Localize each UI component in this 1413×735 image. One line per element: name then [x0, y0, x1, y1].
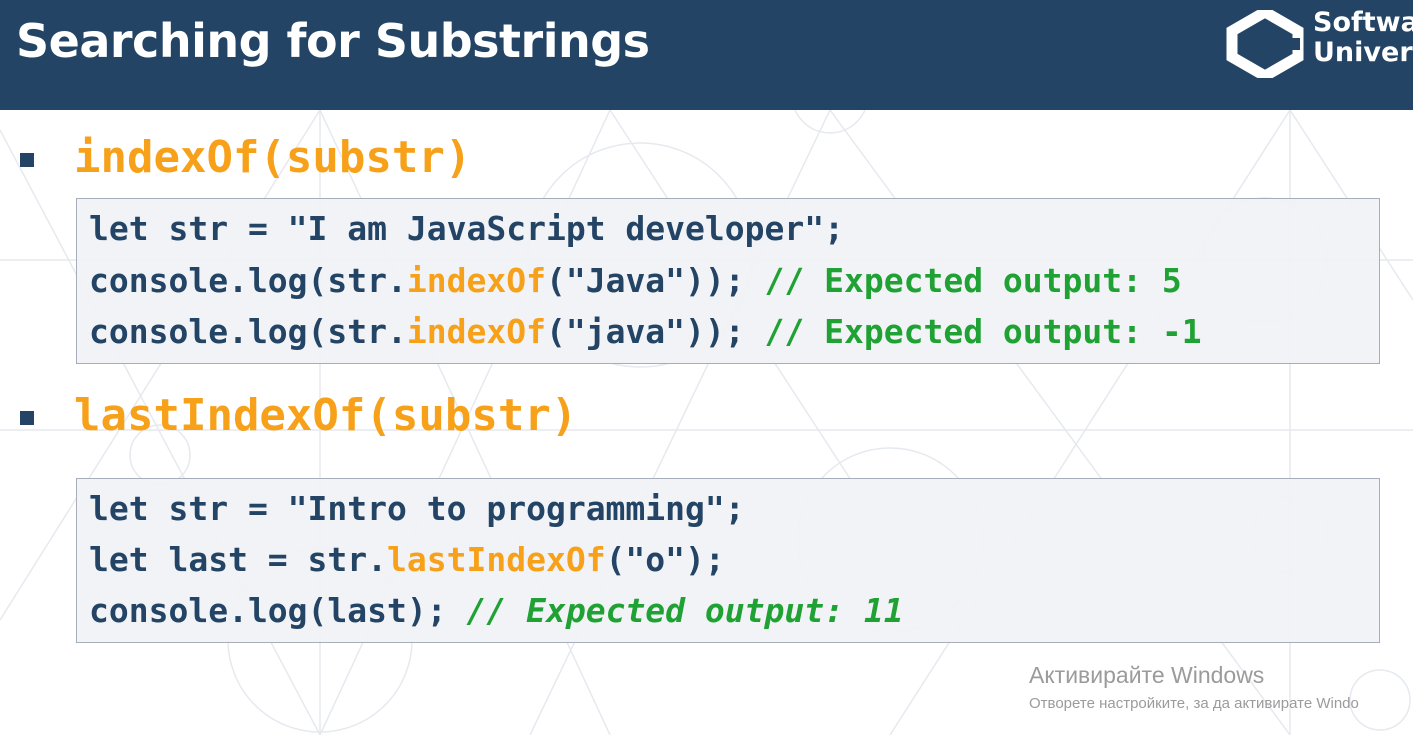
- code-text: console.log(last);: [89, 591, 467, 630]
- code-comment: // Expected output: 11: [466, 591, 904, 630]
- slide-header: Searching for Substrings Softwa Univer: [0, 0, 1413, 110]
- code-text: ("Java"));: [545, 261, 765, 300]
- code-text: let str = "I am JavaScript developer";: [89, 209, 844, 248]
- code-text: let last = str.: [89, 540, 388, 579]
- softuni-logo-icon: [1226, 10, 1304, 78]
- bullet-marker: [20, 153, 34, 167]
- code-text: ("o");: [605, 540, 725, 579]
- code-line: let str = "I am JavaScript developer";: [89, 209, 844, 248]
- logo-text: Softwa Univer: [1313, 8, 1413, 68]
- section-heading-indexof: indexOf(substr): [74, 132, 472, 183]
- code-method: indexOf: [406, 261, 546, 300]
- windows-activation-watermark-subtitle: Отворете настройките, за да активирате W…: [1029, 695, 1359, 712]
- code-block-lastindexof: let str = "Intro to programming"; let la…: [76, 478, 1380, 643]
- code-text: console.log(str.: [89, 261, 407, 300]
- code-method: indexOf: [406, 312, 546, 351]
- code-line: console.log(str.indexOf("Java")); // Exp…: [89, 261, 1182, 300]
- code-text: ("java"));: [545, 312, 765, 351]
- bullet-marker: [20, 411, 34, 425]
- slide-title: Searching for Substrings: [16, 14, 650, 68]
- section-heading-lastindexof: lastIndexOf(substr): [74, 390, 578, 441]
- code-method: lastIndexOf: [387, 540, 606, 579]
- code-comment: // Expected output: 5: [764, 261, 1182, 300]
- code-line: console.log(last); // Expected output: 1…: [89, 591, 904, 630]
- code-comment: // Expected output: -1: [764, 312, 1202, 351]
- code-line: let str = "Intro to programming";: [89, 489, 745, 528]
- windows-activation-watermark-title: Активирайте Windows: [1029, 662, 1265, 688]
- logo-text-line-2: Univer: [1313, 37, 1413, 68]
- logo-text-line-1: Softwa: [1313, 7, 1413, 38]
- code-line: console.log(str.indexOf("java")); // Exp…: [89, 312, 1202, 351]
- code-text: let str = "Intro to programming";: [89, 489, 745, 528]
- code-line: let last = str.lastIndexOf("o");: [89, 540, 725, 579]
- code-text: console.log(str.: [89, 312, 407, 351]
- code-block-indexof: let str = "I am JavaScript developer"; c…: [76, 198, 1380, 364]
